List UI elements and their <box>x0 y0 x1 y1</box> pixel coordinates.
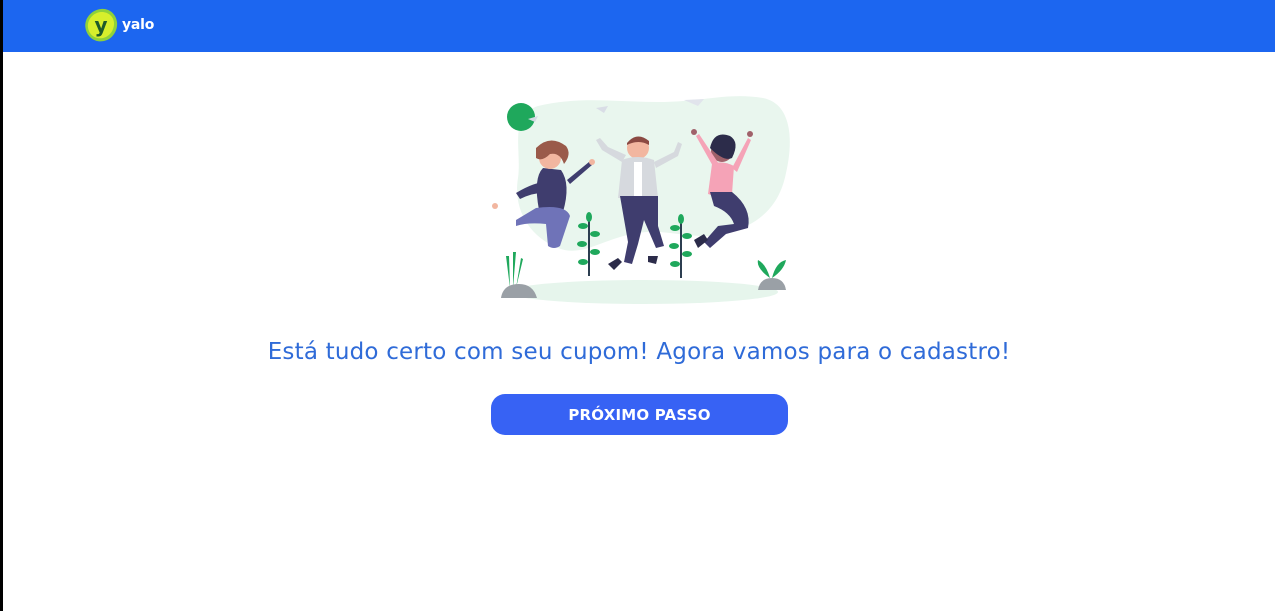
next-step-button[interactable]: PRÓXIMO PASSO <box>491 394 788 435</box>
logo-text: yalo <box>122 17 155 33</box>
logo-mark-icon: y <box>85 8 118 42</box>
success-message: Está tudo certo com seu cupom! Agora vam… <box>267 339 1011 365</box>
brand-logo[interactable]: y yalo <box>83 6 154 44</box>
svg-text:y: y <box>94 13 107 37</box>
page: y yalo Está tudo certo com seu cupom! Ag… <box>3 0 1275 611</box>
top-bar: y yalo <box>3 0 1275 52</box>
celebration-illustration <box>492 96 790 304</box>
